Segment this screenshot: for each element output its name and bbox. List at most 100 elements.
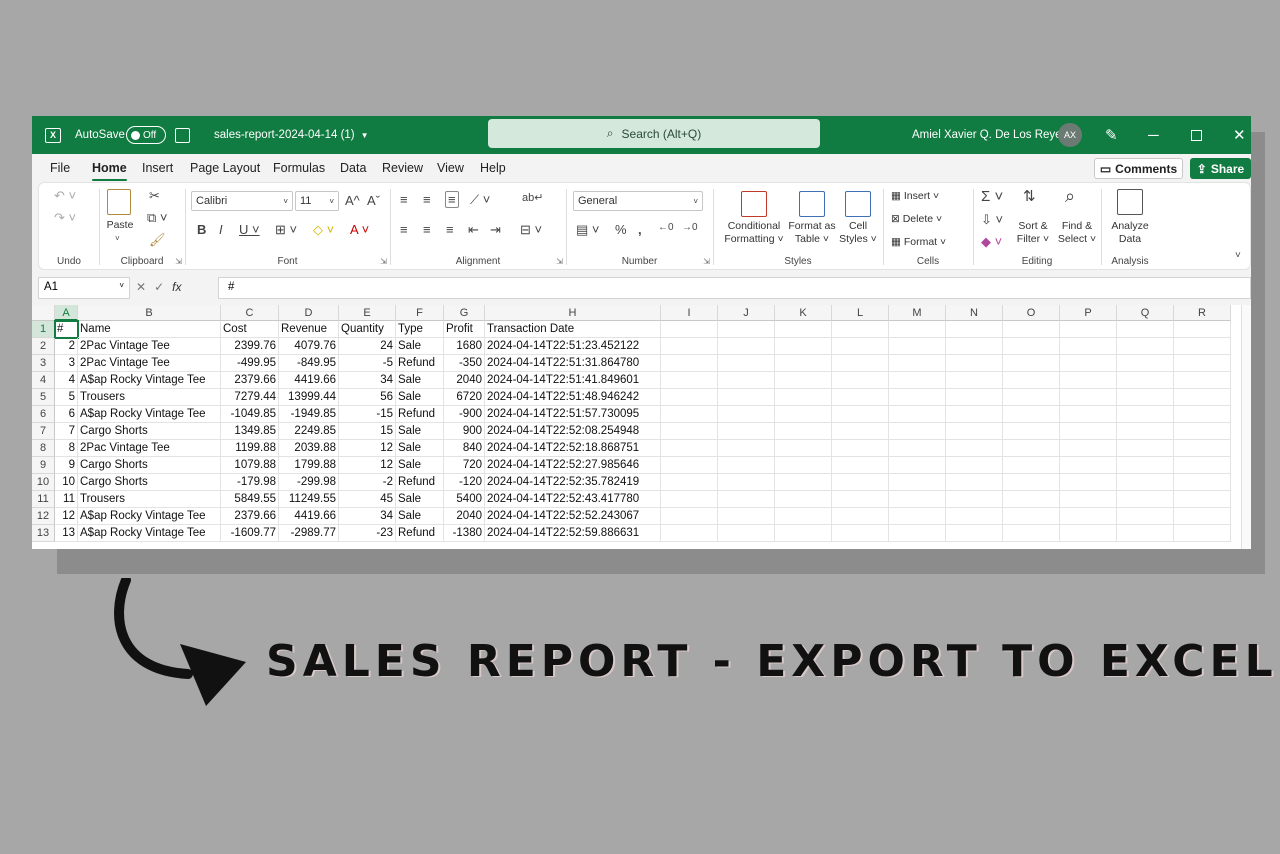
currency-icon[interactable]: ▤ ˅ [576, 223, 600, 236]
table-cell[interactable]: 7279.44 [221, 389, 279, 406]
table-cell[interactable] [775, 491, 832, 508]
underline-icon[interactable]: U ˅ [239, 223, 260, 236]
table-cell[interactable] [775, 355, 832, 372]
paste-icon[interactable] [107, 189, 131, 215]
align-top-icon[interactable]: ≡ [400, 193, 408, 206]
table-cell[interactable] [1003, 338, 1060, 355]
table-cell[interactable]: 1680 [444, 338, 485, 355]
table-cell[interactable]: 900 [444, 423, 485, 440]
table-cell[interactable]: 5849.55 [221, 491, 279, 508]
column-header-o[interactable]: O [1003, 305, 1060, 321]
table-cell[interactable]: 6720 [444, 389, 485, 406]
table-cell[interactable] [946, 508, 1003, 525]
header-cell[interactable]: Transaction Date [485, 321, 661, 338]
table-cell[interactable] [1174, 440, 1231, 457]
sort-filter-button[interactable]: Sort & Filter ˅ [1013, 220, 1053, 246]
find-icon[interactable]: ⌕ [1065, 187, 1075, 205]
table-cell[interactable]: 6 [55, 406, 78, 423]
table-cell[interactable]: 2024-04-14T22:52:35.782419 [485, 474, 661, 491]
table-cell[interactable] [946, 372, 1003, 389]
decrease-indent-icon[interactable]: ⇤ [468, 223, 479, 236]
table-cell[interactable]: Cargo Shorts [78, 457, 221, 474]
table-cell[interactable]: 12 [339, 457, 396, 474]
table-cell[interactable]: Refund [396, 406, 444, 423]
close-button[interactable]: ✕ [1233, 116, 1246, 154]
table-cell[interactable]: 7 [55, 423, 78, 440]
table-cell[interactable] [1174, 372, 1231, 389]
dialog-launcher-icon[interactable]: ⇲ [703, 257, 710, 266]
comments-button[interactable]: ▭ Comments [1094, 158, 1183, 179]
conditional-formatting-icon[interactable] [741, 191, 767, 217]
column-header-q[interactable]: Q [1117, 305, 1174, 321]
table-cell[interactable] [1117, 474, 1174, 491]
tab-formulas[interactable]: Formulas [273, 161, 325, 175]
borders-icon[interactable]: ⊞ ˅ [275, 223, 297, 236]
table-cell[interactable] [946, 491, 1003, 508]
table-cell[interactable] [661, 355, 718, 372]
table-cell[interactable] [1117, 406, 1174, 423]
column-header-h[interactable]: H [485, 305, 661, 321]
table-cell[interactable]: 2024-04-14T22:51:48.946242 [485, 389, 661, 406]
analyze-data-button[interactable]: Analyze Data [1105, 220, 1155, 246]
table-cell[interactable]: A$ap Rocky Vintage Tee [78, 508, 221, 525]
header-cell[interactable]: Cost [221, 321, 279, 338]
table-cell[interactable] [661, 474, 718, 491]
table-cell[interactable] [718, 491, 775, 508]
table-cell[interactable]: -350 [444, 355, 485, 372]
table-cell[interactable] [1003, 440, 1060, 457]
table-cell[interactable] [832, 440, 889, 457]
table-cell[interactable]: 2040 [444, 508, 485, 525]
table-cell[interactable]: -23 [339, 525, 396, 542]
percent-icon[interactable]: % [615, 223, 627, 236]
table-cell[interactable]: Sale [396, 389, 444, 406]
table-cell[interactable] [661, 457, 718, 474]
delete-button[interactable]: ⊠ Delete ˅ [891, 213, 942, 226]
dialog-launcher-icon[interactable]: ⇲ [556, 257, 563, 266]
table-cell[interactable] [775, 457, 832, 474]
table-cell[interactable]: 2Pac Vintage Tee [78, 440, 221, 457]
table-cell[interactable] [718, 338, 775, 355]
table-cell[interactable] [832, 372, 889, 389]
table-cell[interactable]: -1609.77 [221, 525, 279, 542]
table-cell[interactable]: 11 [55, 491, 78, 508]
select-all-corner[interactable] [32, 305, 55, 321]
table-cell[interactable]: 2024-04-14T22:51:23.452122 [485, 338, 661, 355]
table-cell[interactable]: 2024-04-14T22:52:18.868751 [485, 440, 661, 457]
table-cell[interactable]: 2024-04-14T22:52:08.254948 [485, 423, 661, 440]
column-header-i[interactable]: I [661, 305, 718, 321]
table-cell[interactable]: -2989.77 [279, 525, 339, 542]
table-cell[interactable] [832, 338, 889, 355]
table-cell[interactable]: 2040 [444, 372, 485, 389]
table-cell[interactable] [1003, 508, 1060, 525]
table-cell[interactable] [832, 355, 889, 372]
table-cell[interactable] [1003, 355, 1060, 372]
header-cell[interactable] [661, 321, 718, 338]
header-cell[interactable]: Profit [444, 321, 485, 338]
table-cell[interactable] [661, 372, 718, 389]
cut-icon[interactable]: ✂ [149, 189, 160, 202]
conditional-formatting-button[interactable]: Conditional Formatting ˅ [715, 220, 793, 246]
header-cell[interactable]: Name [78, 321, 221, 338]
table-cell[interactable] [889, 355, 946, 372]
paste-label[interactable]: Paste [103, 219, 137, 232]
table-cell[interactable] [718, 406, 775, 423]
table-cell[interactable] [1174, 525, 1231, 542]
decrease-decimal-icon[interactable]: →0 [682, 223, 698, 233]
table-cell[interactable]: 2249.85 [279, 423, 339, 440]
row-header-2[interactable]: 2 [32, 338, 55, 355]
table-cell[interactable] [775, 372, 832, 389]
table-cell[interactable] [1174, 355, 1231, 372]
table-cell[interactable]: Trousers [78, 491, 221, 508]
table-cell[interactable] [1060, 372, 1117, 389]
table-cell[interactable] [718, 457, 775, 474]
font-name-select[interactable]: Calibri ˅ [191, 191, 293, 211]
enter-icon[interactable]: ✓ [154, 280, 164, 294]
table-cell[interactable]: 5 [55, 389, 78, 406]
table-cell[interactable]: 720 [444, 457, 485, 474]
table-cell[interactable] [1003, 372, 1060, 389]
table-cell[interactable] [718, 508, 775, 525]
collapse-ribbon-icon[interactable]: ˅ [1235, 251, 1241, 261]
table-cell[interactable] [1060, 508, 1117, 525]
analyze-data-icon[interactable] [1117, 189, 1143, 215]
row-header-13[interactable]: 13 [32, 525, 55, 542]
